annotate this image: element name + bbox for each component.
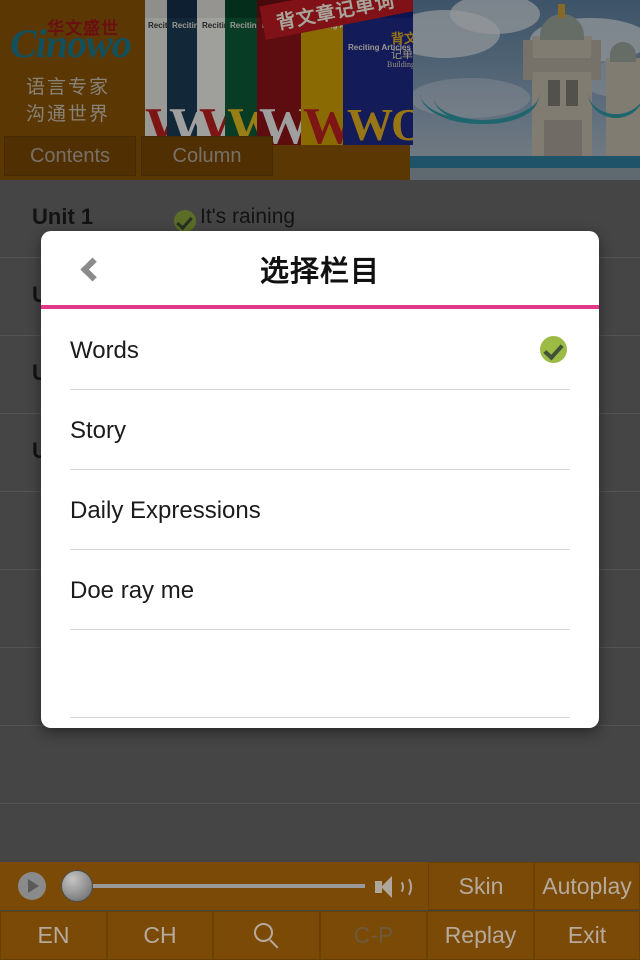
autoplay-button[interactable]: Autoplay <box>534 862 640 910</box>
dialog-title: 选择栏目 <box>259 254 380 288</box>
bottom-toolbar: Skin Autoplay EN CH C-P Replay Exit <box>0 862 640 960</box>
app-root: Reciting Articles W Reciting Articles W … <box>0 0 640 960</box>
option-label: Words <box>70 337 139 364</box>
cp-button[interactable]: C-P <box>320 911 427 960</box>
accent-divider <box>41 305 599 309</box>
exit-button[interactable]: Exit <box>534 911 640 960</box>
column-select-dialog: 选择栏目 Words Story Daily Expressions Doe r… <box>41 231 599 728</box>
replay-button[interactable]: Replay <box>427 911 534 960</box>
replay-button-label: Replay <box>444 922 517 948</box>
search-icon <box>253 922 280 949</box>
list-item[interactable]: Doe ray me <box>70 550 570 630</box>
list-item[interactable] <box>70 630 570 718</box>
ch-button[interactable]: CH <box>107 911 213 960</box>
autoplay-button-label: Autoplay <box>542 872 632 899</box>
exit-button-label: Exit <box>567 922 607 948</box>
option-label: Story <box>70 417 127 444</box>
skin-button-label: Skin <box>458 872 504 899</box>
check-icon <box>540 336 567 363</box>
list-item[interactable]: Words <box>70 310 570 390</box>
option-label: Daily Expressions <box>70 497 261 524</box>
cp-button-label: C-P <box>353 922 394 948</box>
en-button-label: EN <box>37 922 70 948</box>
en-button[interactable]: EN <box>0 911 107 960</box>
list-item[interactable]: Daily Expressions <box>70 470 570 550</box>
dialog-header: 选择栏目 <box>41 231 599 309</box>
search-button[interactable] <box>213 911 320 960</box>
ch-button-label: CH <box>143 922 177 948</box>
list-item[interactable]: Story <box>70 390 570 470</box>
skin-button[interactable]: Skin <box>428 862 534 910</box>
option-list: Words Story Daily Expressions Doe ray me <box>41 310 599 718</box>
option-label: Doe ray me <box>70 577 195 604</box>
